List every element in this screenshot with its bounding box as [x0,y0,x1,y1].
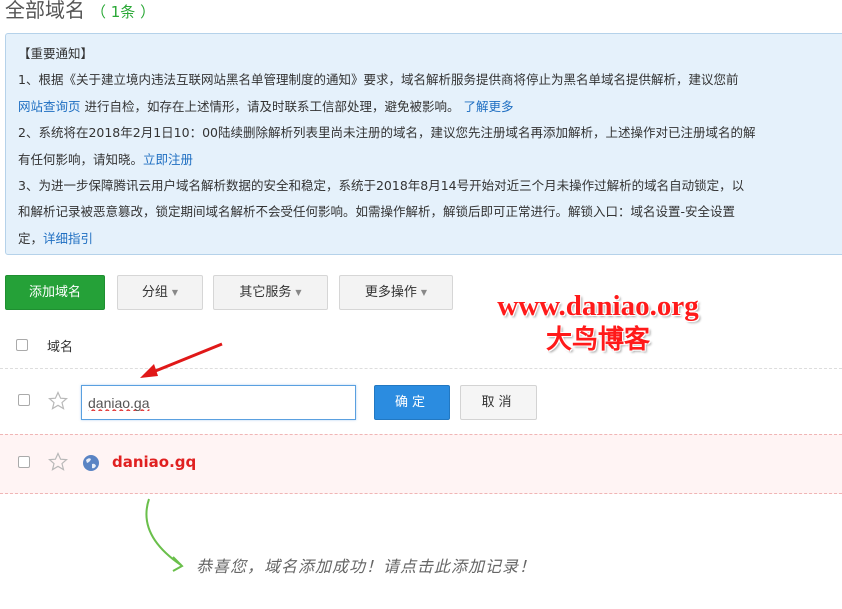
add-domain-button[interactable]: 添加域名 [5,275,105,310]
more-actions-label: 更多操作 [364,285,417,300]
header-divider [0,368,842,369]
watermark-url: www.daniao.org [497,290,699,322]
notice-line-4: 有任何影响，请知晓。立即注册 [18,147,842,173]
other-services-label: 其它服务 [239,285,292,300]
register-now-link[interactable]: 立即注册 [143,152,193,167]
notice-heading: 【重要通知】 [18,46,94,61]
page-title: 全部域名 （ 1条 ） [5,0,155,23]
notice-line-2: 网站查询页 进行自检，如存在上述情形，请及时联系工信部处理，避免被影响。 了解更… [18,94,842,120]
notice-line-7-text: 定， [18,230,44,246]
domain-name-link[interactable]: daniao.gq [112,453,196,471]
row-checkbox[interactable] [18,456,30,468]
confirm-button[interactable]: 确定 [374,385,450,420]
star-icon[interactable] [48,391,68,411]
page-title-text: 全部域名 [5,0,85,22]
group-label: 分组 [141,285,168,300]
globe-icon [83,455,99,471]
domain-count: （ 1条 ） [91,3,156,21]
chevron-down-icon: ▼ [171,288,179,297]
row-checkbox[interactable] [18,394,30,406]
domain-name-input[interactable] [81,385,356,420]
detailed-guide-link[interactable]: 详细指引 [43,231,93,246]
select-all-checkbox[interactable] [16,339,28,351]
green-arrow-annotation [145,498,184,572]
notice-line-4-text: 有任何影响，请知晓。 [18,151,144,167]
blog-watermark: www.daniao.org 大鸟博客 [478,288,718,356]
domain-column-header: 域名 [47,340,74,355]
success-tip: 恭喜您，域名添加成功！请点击此添加记录！ [196,557,537,576]
star-icon[interactable] [48,452,68,472]
notice-line-7: 定，详细指引 [18,226,842,252]
notice-line-2-text: 进行自检，如存在上述情形，请及时联系工信部处理，避免被影响。 [80,98,464,114]
chevron-down-icon: ▼ [295,288,302,297]
notice-line-3: 2、系统将在2018年2月1日10：00陆续删除解析列表里尚未注册的域名，建议您… [18,125,756,141]
other-services-dropdown[interactable]: 其它服务 ▼ [213,275,328,310]
notice-line-1: 1、根据《关于建立境内违法互联网站黑名单管理制度的通知》要求，域名解析服务提供商… [18,72,739,88]
website-query-link[interactable]: 网站查询页 [18,99,81,114]
chevron-down-icon: ▼ [420,288,428,297]
notice-line-6: 和解析记录被恶意篡改，锁定期间域名解析不会受任何影响。如需操作解析，解锁后即可正… [18,204,736,220]
learn-more-link[interactable]: 了解更多 [463,99,513,114]
more-actions-dropdown[interactable]: 更多操作 ▼ [339,275,453,310]
notice-line-5: 3、为进一步保障腾讯云用户域名解析数据的安全和稳定，系统于2018年8月14号开… [18,177,745,193]
watermark-name: 大鸟博客 [545,325,650,354]
red-arrow-annotation [140,342,223,378]
group-dropdown[interactable]: 分组 ▼ [117,275,203,310]
important-notice: 【重要通知】 1、根据《关于建立境内违法互联网站黑名单管理制度的通知》要求，域名… [5,33,842,255]
cancel-button[interactable]: 取消 [460,385,537,420]
